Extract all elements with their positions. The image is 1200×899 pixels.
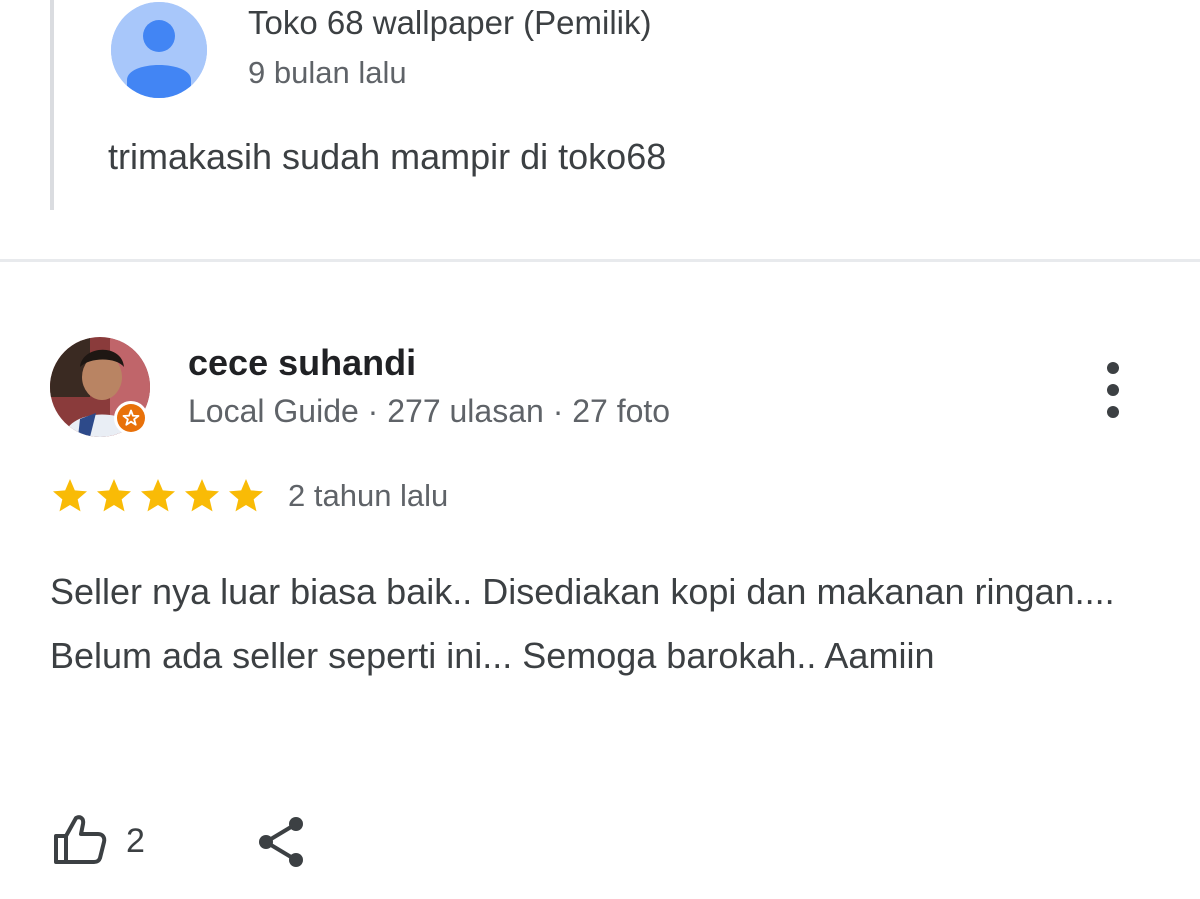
reviewer-meta: Local Guide · 277 ulasan · 27 foto [188, 393, 671, 429]
share-button[interactable] [254, 814, 310, 870]
person-icon [111, 2, 207, 98]
star-icon [53, 479, 87, 512]
review-text: Seller nya luar biasa baik.. Disediakan … [50, 571, 1115, 676]
owner-reply-time: 9 bulan lalu [248, 55, 407, 90]
like-count: 2 [126, 822, 145, 860]
star-rating [50, 476, 270, 516]
more-vert-icon-dot [1107, 406, 1119, 418]
review-page: Toko 68 wallpaper (Pemilik) 9 bulan lalu… [0, 0, 1200, 899]
star-icon [141, 479, 175, 512]
star-badge-icon [122, 409, 140, 426]
star-icon [185, 479, 219, 512]
owner-avatar [111, 2, 207, 98]
owner-reply-text: trimakasih sudah mampir di toko68 [108, 136, 667, 177]
review-time: 2 tahun lalu [288, 478, 449, 513]
reviewer-name[interactable]: cece suhandi [188, 342, 416, 384]
more-vert-icon-dot [1107, 362, 1119, 374]
star-icon [229, 479, 263, 512]
divider [0, 259, 1200, 262]
more-vert-icon-dot [1107, 384, 1119, 396]
reviewer-avatar[interactable] [50, 337, 150, 437]
local-guide-badge [114, 401, 148, 435]
like-button[interactable] [52, 812, 108, 868]
owner-reply: Toko 68 wallpaper (Pemilik) 9 bulan lalu… [50, 0, 954, 210]
star-icon [97, 479, 131, 512]
share-icon [259, 817, 303, 867]
owner-name: Toko 68 wallpaper (Pemilik) [248, 4, 652, 41]
more-options-button[interactable] [1090, 356, 1136, 424]
thumbs-up-icon [54, 815, 107, 864]
